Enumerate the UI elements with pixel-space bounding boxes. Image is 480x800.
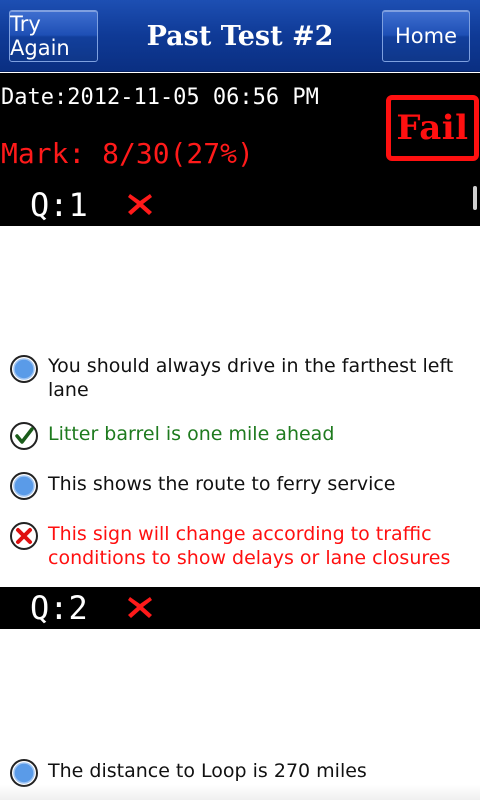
question-number: Q:1: [30, 186, 88, 224]
answer-text: Litter barrel is one mile ahead: [48, 423, 335, 445]
question-header: Q:1: [0, 184, 480, 226]
answer-text: This shows the route to ferry service: [48, 473, 396, 495]
fail-stamp: Fail: [386, 95, 479, 161]
answer-option[interactable]: This shows the route to ferry service: [0, 470, 480, 500]
answer-option[interactable]: Litter barrel is one mile ahead: [0, 420, 480, 450]
answer-text: You should always drive in the farthest …: [48, 355, 454, 401]
test-mark: Mark: 8/30(27%): [1, 137, 254, 170]
x-radio-icon: [10, 522, 38, 550]
answer-option[interactable]: The distance to Loop is 270 miles: [0, 757, 480, 787]
question-number: Q:2: [30, 589, 88, 627]
radio-blue-icon: [10, 759, 38, 787]
page-title: Past Test #2: [146, 20, 334, 52]
radio-blue-icon: [10, 472, 38, 500]
question-header: Q:2: [0, 587, 480, 629]
title-bar: Try Again Past Test #2 Home: [0, 0, 480, 72]
red-x-icon: [128, 597, 152, 618]
red-x-icon: [128, 194, 152, 215]
home-button[interactable]: Home: [382, 10, 470, 62]
radio-blue-icon: [10, 355, 38, 383]
scrollbar[interactable]: [473, 186, 477, 210]
result-summary: Date:2012-11-05 06:56 PM Mark: 8/30(27%)…: [0, 73, 480, 185]
check-icon: [10, 422, 38, 450]
answer-text: This sign will change according to traff…: [48, 523, 451, 569]
answer-option[interactable]: You should always drive in the farthest …: [0, 352, 480, 402]
answer-text: The distance to Loop is 270 miles: [48, 760, 367, 782]
test-date: Date:2012-11-05 06:56 PM: [1, 85, 319, 110]
answer-option[interactable]: This sign will change according to traff…: [0, 520, 480, 570]
scroll-fade: [0, 785, 480, 800]
try-again-button[interactable]: Try Again: [9, 10, 98, 62]
